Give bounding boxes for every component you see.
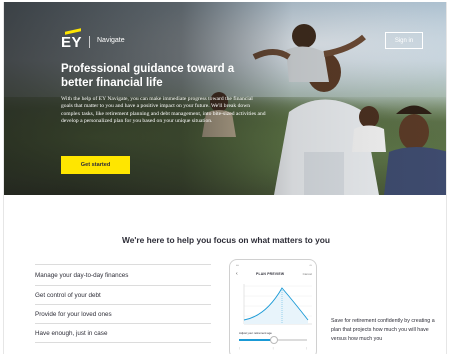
signal-icon: ▪▪▪ <box>236 264 239 267</box>
phone-header: ‹ PLAN PREVIEW Cancel <box>236 271 312 277</box>
logo-divider <box>89 36 90 48</box>
logo-product-name: Navigate <box>97 37 125 44</box>
phone-status-bar: ▪▪▪ ▭ <box>236 264 312 268</box>
chevron-left-icon[interactable]: ‹ <box>236 271 238 277</box>
tick-mark: | <box>239 347 240 350</box>
phone-cancel-button[interactable]: Cancel <box>303 272 312 276</box>
phone-title: PLAN PREVIEW <box>256 272 285 276</box>
sign-in-button[interactable]: Sign in <box>385 32 423 49</box>
phone-preview: ▪▪▪ ▭ ‹ PLAN PREVIEW Cancel Adjust your … <box>229 259 317 354</box>
battery-icon: ▭ <box>309 264 312 267</box>
focus-item-debt[interactable]: Get control of your debt <box>35 286 211 305</box>
hero-title: Professional guidance toward a better fi… <box>61 63 235 89</box>
retirement-age-slider[interactable] <box>239 336 307 344</box>
tick-mark: | <box>306 347 307 350</box>
retirement-description: Save for retirement confidently by creat… <box>331 318 435 342</box>
section-title: We're here to help you focus on what mat… <box>122 235 330 245</box>
slider-ticks: | | | <box>239 347 307 350</box>
hero-banner: EY Navigate Sign in Professional guidanc… <box>4 2 446 195</box>
focus-item-just-in-case[interactable]: Have enough, just in case <box>35 324 211 343</box>
logo-brand: EY <box>61 34 83 51</box>
slider-fill <box>239 339 275 341</box>
tick-mark: | <box>272 347 274 350</box>
slider-label: Adjust your retirement age <box>239 331 272 335</box>
hero-description: With the help of EY Navigate, you can ma… <box>61 96 266 125</box>
plan-preview-chart <box>243 284 312 325</box>
get-started-button[interactable]: Get started <box>61 156 130 174</box>
focus-item-finances[interactable]: Manage your day-to-day finances <box>35 264 211 286</box>
page: EY Navigate Sign in Professional guidanc… <box>3 2 447 354</box>
slider-knob[interactable] <box>270 336 279 344</box>
focus-item-loved-ones[interactable]: Provide for your loved ones <box>35 305 211 324</box>
focus-list: Manage your day-to-day finances Get cont… <box>35 264 211 343</box>
